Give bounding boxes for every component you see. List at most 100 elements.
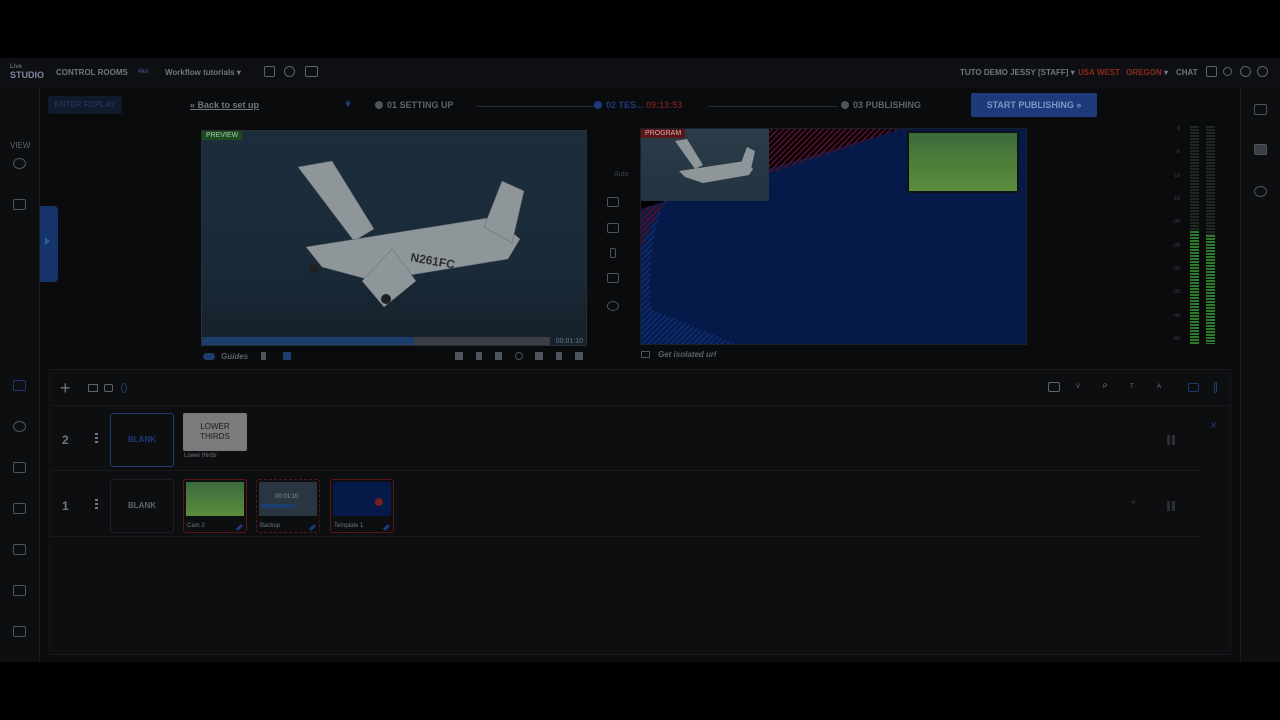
filter-t-button[interactable]: T — [1130, 384, 1134, 390]
step-setting-up[interactable]: 01 SETTING UP — [375, 100, 454, 110]
skip-forward-icon[interactable] — [575, 352, 583, 360]
filter-v-button[interactable]: V — [1076, 384, 1080, 390]
chat-bubble-icon[interactable] — [1206, 66, 1217, 77]
check-circle-icon — [594, 101, 602, 109]
get-isolated-url-link[interactable]: Get isolated url — [658, 350, 716, 359]
list-icon[interactable] — [1254, 104, 1267, 115]
lower-thirds-line2: THIRDS — [200, 432, 230, 441]
globe-icon[interactable] — [284, 66, 295, 77]
step-testing[interactable]: 02 TES... 09:13:53 — [594, 100, 682, 110]
soccer-field-thumbnail — [909, 133, 1017, 191]
pause-icon[interactable] — [495, 352, 502, 360]
monitor-icon[interactable] — [641, 351, 650, 358]
vu-level-left — [1190, 230, 1199, 344]
step-back-icon[interactable] — [476, 352, 482, 360]
history-icon[interactable] — [1254, 186, 1267, 197]
logo-main-text: STUDIO — [10, 70, 45, 80]
live-dot-icon — [375, 498, 383, 506]
step-publishing[interactable]: 03 PUBLISHING — [841, 100, 921, 110]
multiview-icon[interactable] — [305, 66, 318, 77]
vu-scale-tick: -25 — [1172, 242, 1180, 249]
transition-icon[interactable] — [610, 248, 616, 258]
progress-fill — [202, 337, 415, 345]
edit-pencil-icon[interactable] — [235, 523, 244, 532]
grid-icon[interactable] — [13, 199, 26, 210]
workspace-selector[interactable]: Workflow tutorials ▾ — [165, 68, 241, 77]
link-icon[interactable] — [121, 383, 127, 393]
source-item-cam[interactable]: Cam 2 — [183, 479, 247, 533]
source-caption: Backup — [260, 523, 281, 529]
close-rundown-button[interactable]: × — [1210, 418, 1217, 432]
source-item-backup[interactable]: 00:01:10 Backup — [256, 479, 320, 533]
align-icon[interactable] — [88, 384, 98, 392]
vu-scale-tick: 0 — [1177, 126, 1180, 132]
subtitle-icon[interactable] — [1048, 382, 1060, 392]
gear-icon[interactable] — [1240, 66, 1251, 77]
add-layer-button[interactable]: + — [60, 378, 71, 399]
user-menu[interactable]: TUTO DEMO JESSY [STAFF] ▾ — [960, 68, 1075, 77]
auto-transition-toggle[interactable]: Auto — [614, 171, 628, 178]
step1-label: 01 SETTING UP — [387, 100, 454, 110]
layers-icon[interactable] — [283, 352, 291, 360]
gear-icon[interactable] — [607, 301, 619, 311]
workspace-badge: #ko — [138, 69, 149, 75]
step-connector — [477, 106, 595, 107]
sliders-icon[interactable] — [13, 626, 26, 637]
cut-icon[interactable] — [607, 273, 619, 283]
dashboard-gauge-icon[interactable] — [13, 158, 26, 169]
view-label: VIEW — [10, 141, 31, 150]
layer-menu-icon[interactable] — [95, 499, 98, 510]
skip-back-icon[interactable] — [455, 352, 463, 360]
region-name: USA WEST — [1078, 68, 1120, 77]
filter-p-button[interactable]: P — [1103, 384, 1107, 390]
back-to-setup-link[interactable]: « Back to set up — [190, 100, 259, 110]
filter-a-button[interactable]: A — [1157, 384, 1161, 390]
program-pip-camera — [641, 129, 769, 201]
antenna-icon[interactable] — [13, 421, 26, 432]
vu-scale: 0 -5 -10 -15 -20 -25 -30 -35 -40 -60 — [1172, 126, 1180, 344]
layer-menu-icon[interactable] — [95, 433, 98, 444]
edit-pencil-icon[interactable] — [382, 523, 391, 532]
text-icon[interactable] — [13, 544, 26, 555]
camera-icon[interactable] — [13, 380, 26, 391]
vu-scale-tick: -30 — [1172, 266, 1180, 272]
duplicate-icon[interactable] — [1188, 383, 1199, 392]
image-out-icon[interactable] — [607, 223, 619, 233]
guides-toggle[interactable] — [203, 353, 215, 360]
drag-handle-icon[interactable] — [1167, 435, 1175, 445]
lock-icon[interactable] — [104, 384, 113, 392]
info-icon[interactable] — [1257, 66, 1268, 77]
app-logo[interactable]: Live STUDIO — [10, 63, 45, 80]
start-publishing-button[interactable]: START PUBLISHING » — [971, 93, 1097, 117]
enter-replay-button[interactable]: ENTER REPLAY — [48, 96, 122, 114]
user-icon[interactable] — [1223, 67, 1232, 76]
tools-icon[interactable] — [13, 462, 26, 473]
stop-icon[interactable] — [535, 352, 543, 360]
stack-icon[interactable] — [1254, 144, 1267, 155]
source-item-template[interactable]: Template 1 — [330, 479, 394, 533]
expand-panel-tab[interactable] — [40, 206, 58, 282]
drag-handle-icon[interactable] — [1167, 501, 1175, 511]
image-in-icon[interactable] — [607, 197, 619, 207]
region-selector[interactable]: USA WEST OREGON ▾ — [1078, 68, 1168, 77]
edit-pencil-icon[interactable] — [308, 523, 317, 532]
lightbulb-icon[interactable]: ♦ — [345, 96, 351, 110]
comment-icon[interactable] — [13, 503, 26, 514]
lower-thirds-item[interactable]: LOWER THIRDS — [183, 413, 247, 451]
step-forward-icon[interactable] — [556, 352, 562, 360]
control-rooms-link[interactable]: CONTROL ROOMS — [56, 68, 128, 77]
more-vertical-icon[interactable] — [1214, 382, 1217, 393]
add-source-button[interactable]: + — [1130, 495, 1137, 509]
program-monitor[interactable]: PROGRAM — [640, 128, 1027, 345]
preview-progress-bar[interactable] — [202, 337, 550, 345]
blank-button[interactable]: BLANK — [110, 413, 174, 467]
gamepad-icon[interactable] — [13, 585, 26, 596]
replay-icon[interactable] — [515, 352, 523, 360]
chat-button[interactable]: CHAT — [1176, 68, 1198, 77]
blank-button[interactable]: BLANK — [110, 479, 174, 533]
vu-scale-tick: -60 — [1172, 336, 1180, 342]
preview-monitor[interactable]: N261FC PREVIEW 00:01:10 — [201, 130, 587, 346]
phone-icon[interactable] — [261, 352, 266, 360]
airplane-thumbnail — [675, 139, 755, 183]
calendar-icon[interactable] — [264, 66, 275, 77]
